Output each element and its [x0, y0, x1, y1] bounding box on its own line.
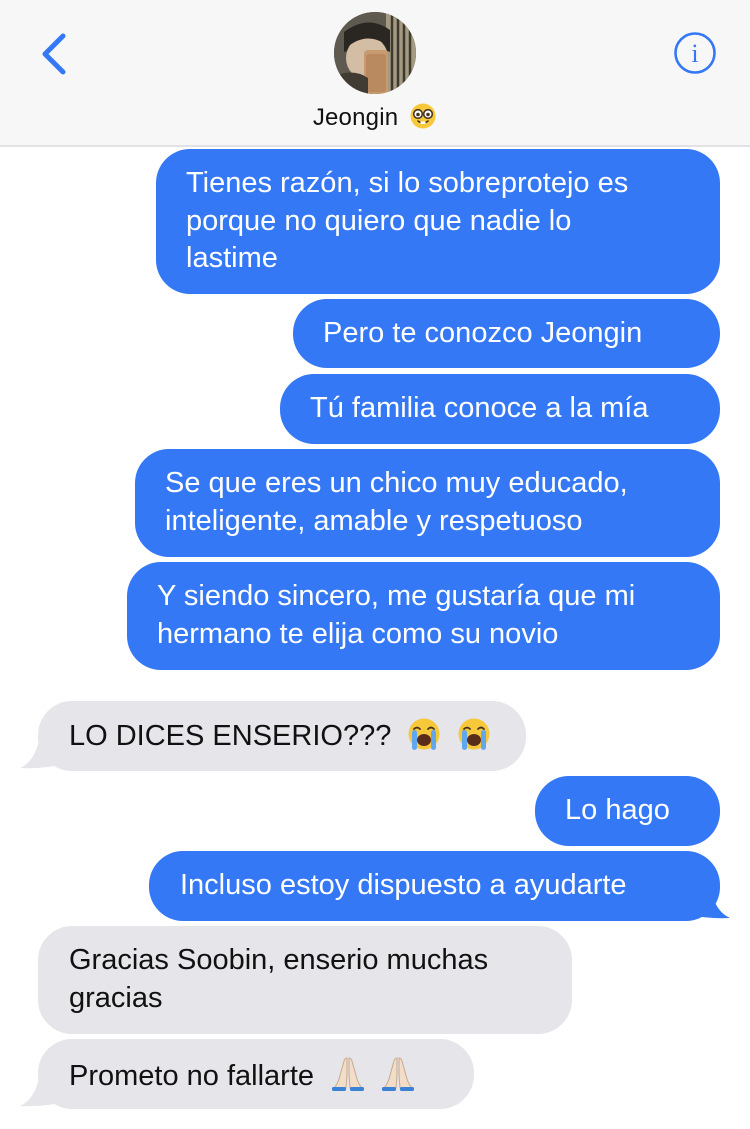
message-bubble-received[interactable]: Gracias Soobin, enserio muchas gracias	[38, 926, 572, 1034]
conversation-header: Jeongin i	[0, 0, 750, 147]
loudly-crying-face-icon	[408, 718, 440, 750]
message-text: Incluso estoy dispuesto a ayudarte	[180, 869, 627, 901]
message-bubble-received[interactable]: LO DICES ENSERIO???	[38, 701, 526, 771]
nerd-face-icon	[410, 103, 436, 129]
contact-avatar[interactable]	[334, 12, 416, 94]
message-text-line: Tienes razón, si lo sobreprotejo es	[186, 167, 629, 199]
message-text: LO DICES ENSERIO???	[69, 720, 392, 752]
message-text-line: Y siendo sincero, me gustaría que mi	[157, 580, 636, 612]
message-bubble-sent[interactable]: Y siendo sincero, me gustaría que mi her…	[127, 562, 720, 670]
folded-hands-icon	[382, 1057, 415, 1091]
message-bubble-sent[interactable]: Se que eres un chico muy educado, inteli…	[135, 449, 720, 557]
chevron-left-icon	[42, 33, 66, 75]
message-text-line: porque no quiero que nadie lo	[186, 204, 572, 237]
message-text-line: hermano te elija como su novio	[157, 617, 559, 650]
message-bubble-received[interactable]: Prometo no fallarte	[38, 1039, 474, 1109]
back-button[interactable]	[36, 30, 72, 78]
message-text-line: Se que eres un chico muy educado,	[165, 467, 628, 499]
message-bubble-sent[interactable]: Tú familia conoce a la mía	[280, 374, 720, 444]
avatar-photo	[334, 12, 416, 94]
message-text-line: inteligente, amable y respetuoso	[165, 504, 583, 537]
loudly-crying-face-icon	[458, 718, 490, 750]
message-text-line: Gracias Soobin, enserio muchas	[69, 944, 489, 976]
folded-hands-icon	[332, 1057, 365, 1091]
message-bubble-sent[interactable]: Lo hago	[535, 776, 720, 846]
message-bubble-sent[interactable]: Incluso estoy dispuesto a ayudarte	[149, 851, 720, 921]
message-text: Lo hago	[565, 794, 670, 826]
message-text: Pero te conozco Jeongin	[323, 317, 643, 349]
svg-text:i: i	[691, 39, 698, 68]
message-bubble-sent[interactable]: Pero te conozco Jeongin	[293, 299, 720, 368]
info-icon: i	[674, 32, 716, 74]
message-bubble-sent[interactable]: Tienes razón, si lo sobreprotejo es porq…	[156, 149, 720, 294]
message-text: Prometo no fallarte	[69, 1060, 315, 1092]
contact-name-row[interactable]: Jeongin	[0, 102, 750, 132]
contact-name: Jeongin	[312, 104, 399, 131]
message-text-line: gracias	[69, 981, 163, 1014]
message-text: Tú familia conoce a la mía	[310, 392, 649, 424]
message-text-line: lastime	[186, 242, 278, 274]
info-button[interactable]: i	[673, 31, 717, 75]
